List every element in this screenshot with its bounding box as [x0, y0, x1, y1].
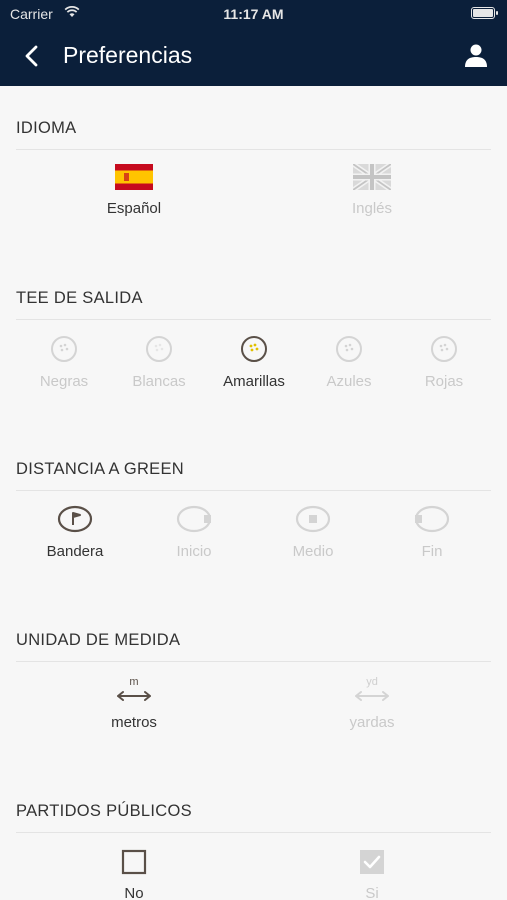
divider	[16, 661, 491, 662]
option-label: yardas	[349, 714, 395, 731]
green-front-icon	[176, 505, 212, 533]
meters-icon: m	[84, 676, 184, 704]
option-label: metros	[111, 714, 157, 731]
option-label: No	[124, 885, 144, 900]
option-espanol[interactable]: Español	[84, 164, 184, 217]
divider	[16, 149, 491, 150]
back-icon[interactable]	[18, 42, 46, 70]
option-blancas[interactable]: Blancas	[114, 335, 204, 390]
green-middle-icon	[295, 505, 331, 533]
divider	[16, 319, 491, 320]
option-amarillas[interactable]: Amarillas	[209, 335, 299, 390]
flag-green-icon	[57, 505, 93, 533]
section-title-distancia: DISTANCIA A GREEN	[16, 460, 185, 478]
golf-ball-icon	[336, 336, 362, 362]
page-title: Preferencias	[63, 42, 193, 68]
option-label: Bandera	[46, 543, 104, 560]
double-arrow-icon	[355, 691, 389, 701]
green-back-icon	[414, 505, 450, 533]
option-si[interactable]: Si	[322, 849, 422, 900]
option-metros[interactable]: m metros	[84, 676, 184, 731]
golf-ball-icon	[146, 336, 172, 362]
section-title-idioma: IDIOMA	[16, 119, 77, 137]
section-title-unidad: UNIDAD DE MEDIDA	[16, 631, 181, 649]
option-label: Fin	[421, 543, 443, 560]
spain-flag-icon	[115, 164, 153, 190]
divider	[16, 490, 491, 491]
option-label: Si	[365, 885, 379, 900]
option-label: Amarillas	[223, 373, 285, 390]
option-ingles[interactable]: Inglés	[322, 164, 422, 217]
user-profile-icon[interactable]	[463, 42, 489, 68]
double-arrow-icon	[117, 691, 151, 701]
option-medio[interactable]: Medio	[268, 505, 358, 560]
golf-ball-icon	[241, 336, 267, 362]
option-label: Inicio	[176, 543, 212, 560]
option-label: Español	[106, 200, 162, 217]
status-bar: Carrier 11:17 AM	[0, 0, 507, 28]
section-partidos: PARTIDOS PÚBLICOS No Si	[0, 769, 507, 900]
section-unidad: UNIDAD DE MEDIDA m metros yd yardas	[0, 598, 507, 768]
option-negras[interactable]: Negras	[19, 335, 109, 390]
option-label: Negras	[39, 373, 89, 390]
option-azules[interactable]: Azules	[304, 335, 394, 390]
section-tee: TEE DE SALIDA Negras Blancas Amarillas A…	[0, 256, 507, 426]
option-label: Medio	[292, 543, 334, 560]
nav-bar: Preferencias	[0, 28, 507, 86]
checkbox-checked-icon	[360, 850, 384, 874]
section-title-tee: TEE DE SALIDA	[16, 289, 143, 307]
option-label: Inglés	[351, 200, 393, 217]
option-label: Azules	[326, 373, 372, 390]
option-label: Rojas	[424, 373, 464, 390]
golf-ball-icon	[51, 336, 77, 362]
option-label: Blancas	[132, 373, 186, 390]
option-rojas[interactable]: Rojas	[399, 335, 489, 390]
option-yardas[interactable]: yd yardas	[322, 676, 422, 731]
unit-label: yd	[366, 676, 378, 688]
section-idioma: IDIOMA Español Inglés	[0, 86, 507, 256]
option-bandera[interactable]: Bandera	[30, 505, 120, 560]
option-no[interactable]: No	[84, 849, 184, 900]
status-time: 11:17 AM	[223, 6, 284, 22]
divider	[16, 832, 491, 833]
app-header: Carrier 11:17 AM Preferencias	[0, 0, 507, 86]
section-title-partidos: PARTIDOS PÚBLICOS	[16, 802, 192, 820]
section-distancia: DISTANCIA A GREEN Bandera Inicio Medio F…	[0, 427, 507, 597]
uk-flag-icon	[353, 164, 391, 190]
unit-label: m	[129, 676, 139, 688]
golf-ball-icon	[431, 336, 457, 362]
yards-icon: yd	[322, 676, 422, 704]
option-inicio[interactable]: Inicio	[149, 505, 239, 560]
option-fin[interactable]: Fin	[387, 505, 477, 560]
battery-icon	[471, 7, 498, 19]
checkbox-empty-icon	[121, 849, 147, 875]
